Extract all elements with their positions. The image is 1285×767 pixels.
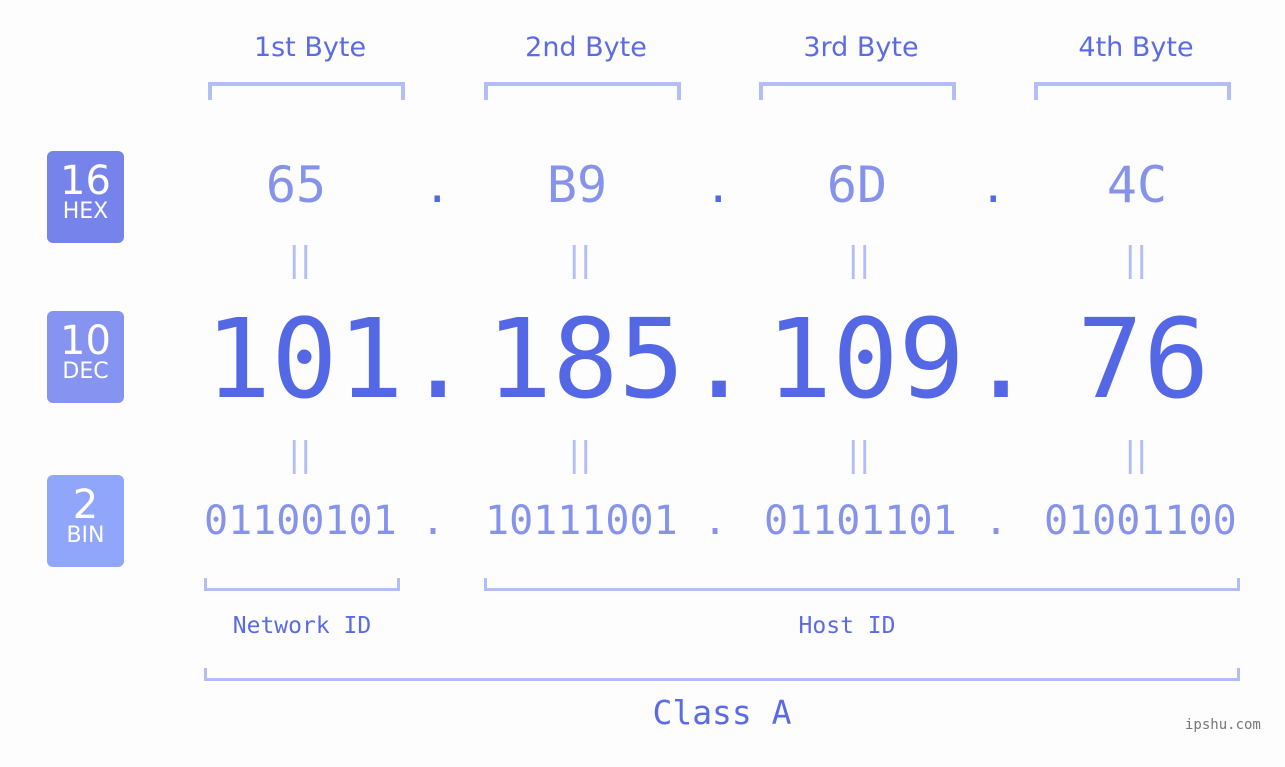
bin-badge: 2 BIN xyxy=(47,475,124,567)
dec-base: 10 xyxy=(60,318,111,364)
equals-icon: || xyxy=(1124,435,1148,475)
hex-byte-2: B9 xyxy=(546,156,608,214)
network-id-label: Network ID xyxy=(232,613,372,639)
bin-byte-2: 10111001 xyxy=(485,498,678,544)
byte-bracket-3 xyxy=(759,82,956,100)
byte-header-4: 4th Byte xyxy=(1078,32,1194,63)
equals-icon: || xyxy=(847,240,871,280)
hex-separator-2: . xyxy=(705,162,732,213)
dec-byte-1: 101 xyxy=(205,295,404,423)
byte-bracket-1 xyxy=(208,82,405,100)
class-label: Class A xyxy=(652,693,792,732)
bin-byte-1: 01100101 xyxy=(204,498,397,544)
equals-icon: || xyxy=(1124,240,1148,280)
bin-separator-2: . xyxy=(703,498,728,544)
bin-separator-3: . xyxy=(984,498,1009,544)
equals-icon: || xyxy=(288,240,312,280)
dec-byte-4: 76 xyxy=(1077,295,1210,423)
bin-label: BIN xyxy=(66,523,105,548)
watermark: ipshu.com xyxy=(1185,717,1261,733)
dec-label: DEC xyxy=(62,359,109,384)
equals-icon: || xyxy=(288,435,312,475)
dec-separator-3: . xyxy=(968,295,1035,423)
network-id-bracket xyxy=(204,578,400,591)
dec-separator-2: . xyxy=(686,295,753,423)
dec-separator-1: . xyxy=(405,295,472,423)
host-id-bracket xyxy=(484,578,1240,591)
dec-byte-2: 185 xyxy=(486,295,685,423)
byte-header-2: 2nd Byte xyxy=(525,32,647,63)
byte-header-1: 1st Byte xyxy=(253,32,367,63)
equals-icon: || xyxy=(847,435,871,475)
dec-byte-3: 109 xyxy=(766,295,965,423)
hex-byte-1: 65 xyxy=(265,156,327,214)
bin-byte-4: 01001100 xyxy=(1044,498,1237,544)
hex-separator-3: . xyxy=(980,162,1007,213)
bin-byte-3: 01101101 xyxy=(764,498,957,544)
hex-label: HEX xyxy=(62,199,109,224)
class-bracket xyxy=(204,668,1240,681)
bin-separator-1: . xyxy=(421,498,446,544)
hex-badge: 16 HEX xyxy=(47,151,124,243)
hex-byte-3: 6D xyxy=(826,156,888,214)
dec-badge: 10 DEC xyxy=(47,311,124,403)
hex-byte-4: 4C xyxy=(1106,156,1168,214)
host-id-label: Host ID xyxy=(798,613,896,639)
byte-header-3: 3rd Byte xyxy=(803,32,919,63)
hex-separator-1: . xyxy=(424,162,451,213)
equals-icon: || xyxy=(568,435,592,475)
hex-base: 16 xyxy=(60,158,111,204)
equals-icon: || xyxy=(568,240,592,280)
bin-base: 2 xyxy=(72,482,99,528)
byte-bracket-2 xyxy=(484,82,681,100)
byte-bracket-4 xyxy=(1034,82,1231,100)
